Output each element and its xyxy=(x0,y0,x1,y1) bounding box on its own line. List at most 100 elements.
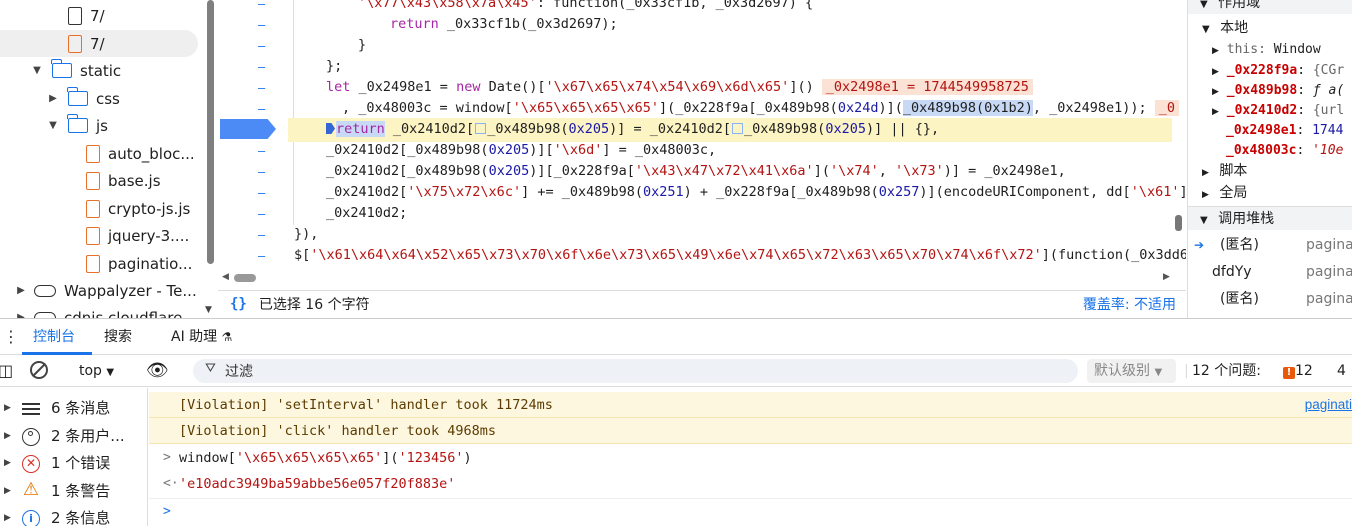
context-selector[interactable]: top ▼ xyxy=(79,355,114,387)
log-level-select[interactable]: 默认级别 ▼ xyxy=(1087,359,1176,383)
expand-arrow-icon[interactable]: ▼ xyxy=(30,65,44,76)
tree-item-file[interactable]: crypto-js.js xyxy=(0,195,210,222)
scope-var-this[interactable]: ▶ this: Window xyxy=(1212,39,1321,61)
tree-scrollbar[interactable] xyxy=(207,0,214,264)
scope-global[interactable]: ▶ 全局 xyxy=(1202,182,1247,204)
breakpoint-marker[interactable] xyxy=(220,119,276,139)
gutter-marker[interactable]: – xyxy=(258,249,265,263)
input-chevron-icon: > xyxy=(163,450,171,465)
horizontal-scrollbar[interactable] xyxy=(234,274,256,282)
dropdown-arrow-icon: ▼ xyxy=(106,367,115,378)
tab-search[interactable]: 搜索 xyxy=(104,319,132,355)
scroll-right-icon[interactable]: ▶ xyxy=(1163,272,1170,282)
tree-item-file[interactable]: base.js xyxy=(0,167,210,194)
console-prompt[interactable]: > xyxy=(149,498,1352,524)
paused-here-icon xyxy=(326,123,335,134)
tree-item-file[interactable]: auto_bloc... xyxy=(0,140,210,167)
expand-arrow-icon: ▼ xyxy=(1200,215,1208,226)
gutter-marker[interactable]: – xyxy=(258,81,265,95)
callstack-frame[interactable]: dfdYy pagina xyxy=(1188,259,1352,286)
js-file-icon xyxy=(86,199,100,218)
scope-section-header[interactable]: ▼ 作用域 xyxy=(1188,0,1352,14)
more-options-icon[interactable]: ⋮ xyxy=(3,327,19,346)
expand-arrow-icon: ▼ xyxy=(1200,0,1208,10)
pretty-print-icon[interactable]: {} xyxy=(230,296,247,312)
editor-status-bar: {} 已选择 16 个字符 覆盖率: 不适用 xyxy=(218,290,1186,317)
expand-arrow-icon: ▶ xyxy=(1212,46,1219,56)
vertical-scrollbar[interactable] xyxy=(1175,215,1182,231)
selection-status: 已选择 16 个字符 xyxy=(258,297,370,313)
inline-value-badge: _0x2498e1 = 1744549958725 xyxy=(821,79,1033,95)
tree-item-folder-css[interactable]: ▶ css xyxy=(0,85,210,112)
inline-breakpoint-icon[interactable] xyxy=(732,123,744,134)
code-line: _0x2410d2['\x75\x72\x6c'] += _0x489b98(0… xyxy=(326,184,1186,200)
clear-console-icon[interactable] xyxy=(30,355,48,387)
coverage-link[interactable]: 覆盖率: 不适用 xyxy=(1083,294,1176,314)
file-tree: 7/ 7/ ▼ static ▶ css ▼ js auto_bloc... b… xyxy=(0,0,218,318)
scroll-left-icon[interactable]: ◀ xyxy=(222,272,229,282)
indent-guide xyxy=(293,0,294,225)
gutter-marker[interactable]: – xyxy=(258,18,265,32)
issues-label[interactable]: 12 个问题: xyxy=(1192,355,1261,387)
scroll-down-icon[interactable]: ▼ xyxy=(205,305,212,315)
tree-item-folder-static[interactable]: ▼ static xyxy=(0,57,210,84)
gutter-marker[interactable]: – xyxy=(258,60,265,74)
tree-item-file[interactable]: jquery-3.... xyxy=(0,222,210,249)
collapse-arrow-icon[interactable]: ▶ xyxy=(14,285,28,296)
code-line: , _0x48003c = window['\x65\x65\x65\x65']… xyxy=(342,98,1179,119)
gutter-marker[interactable]: – xyxy=(258,207,265,221)
inline-breakpoint-icon[interactable] xyxy=(475,123,487,134)
scope-var[interactable]: ▶ _0x228f9a: {CGr xyxy=(1212,60,1344,82)
live-expression-eye-icon[interactable]: 👁 xyxy=(146,355,169,387)
tab-console[interactable]: 控制台 xyxy=(33,319,75,355)
code-line: _0x2410d2[_0x489b98(0x205)]['\x6d'] = _0… xyxy=(326,142,717,158)
tree-item-file[interactable]: 7/ xyxy=(0,2,210,29)
collapse-arrow-icon: ▶ xyxy=(4,403,11,413)
flask-icon: ⚗ xyxy=(221,330,233,344)
gutter-marker[interactable]: – xyxy=(258,102,265,116)
sidebar-warnings[interactable]: ▶ ⚠ 1 条警告 xyxy=(0,478,148,505)
scope-local[interactable]: ▼ 本地 xyxy=(1202,17,1248,39)
gutter-marker[interactable]: – xyxy=(258,39,265,53)
tree-item-folder-js[interactable]: ▼ js xyxy=(0,112,210,139)
filter-icon: ⛛ xyxy=(205,361,216,376)
info-icon: i xyxy=(22,510,40,526)
gutter-marker[interactable]: – xyxy=(258,186,265,200)
callstack-frame-current[interactable]: ➔ (匿名) pagina xyxy=(1188,232,1352,259)
sidebar-user-messages[interactable]: ▶ 2 条用户... xyxy=(0,423,148,450)
tree-item-domain[interactable]: ▶ cdnjs.cloudflare... xyxy=(0,304,210,318)
expand-arrow-icon[interactable]: ▼ xyxy=(46,120,60,131)
source-link[interactable]: paginati xyxy=(1305,392,1352,418)
issues-badge[interactable]: ! 12 xyxy=(1283,355,1313,387)
scope-var[interactable]: ▶ _0x489b98: ƒ a( xyxy=(1212,80,1344,102)
callstack-frame[interactable]: (匿名) pagina xyxy=(1188,286,1352,313)
gutter-marker[interactable]: – xyxy=(258,165,265,179)
scope-var[interactable]: ▶ _0x2410d2: {url xyxy=(1212,100,1344,122)
collapse-arrow-icon[interactable]: ▶ xyxy=(46,93,60,104)
sidebar-messages[interactable]: ▶ 6 条消息 xyxy=(0,395,148,422)
console-sidebar: ▶ 6 条消息 ▶ 2 条用户... ▶ ✕ 1 个错误 ▶ ⚠ 1 条警告 ▶… xyxy=(0,388,148,526)
scope-var[interactable]: _0x48003c: '10e xyxy=(1226,140,1343,162)
scope-var[interactable]: _0x2498e1: 1744 xyxy=(1226,120,1343,142)
code-editor[interactable]: – – – – – – – – – – – – '\x77\x43\x58\x7… xyxy=(218,0,1186,290)
tab-ai-assistant[interactable]: AI 助理 ⚗ xyxy=(171,319,232,355)
filter-input[interactable]: ⛛ 过滤 xyxy=(193,359,1078,383)
collapse-arrow-icon: ▶ xyxy=(4,486,11,496)
sidebar-info[interactable]: ▶ i 2 条信息 xyxy=(0,505,148,526)
sidebar-toggle-icon[interactable]: ◫ xyxy=(0,355,13,387)
scope-script[interactable]: ▶ 脚本 xyxy=(1202,160,1247,182)
toolbar-divider: | xyxy=(1184,363,1189,379)
callstack-section-header[interactable]: ▼ 调用堆栈 xyxy=(1188,206,1352,230)
gutter-marker[interactable]: – xyxy=(258,228,265,242)
sidebar-errors[interactable]: ▶ ✕ 1 个错误 xyxy=(0,450,148,477)
code-line-paused: return _0x2410d2[_0x489b98(0x205)] = _0x… xyxy=(326,119,939,140)
console-warning-row: [Violation] 'click' handler took 4968ms xyxy=(149,418,1352,444)
code-line: }), xyxy=(294,226,319,242)
tree-item-file-selected[interactable]: 7/ xyxy=(0,30,198,57)
tree-item-domain[interactable]: ▶ Wappalyzer - Te... xyxy=(0,277,210,304)
gutter-marker[interactable]: – xyxy=(258,144,265,158)
gutter-marker[interactable]: – xyxy=(258,0,265,11)
console-warning-row: [Violation] 'setInterval' handler took 1… xyxy=(149,392,1352,418)
tree-item-file[interactable]: paginatio... xyxy=(0,250,210,277)
issues-other-count[interactable]: 4 xyxy=(1337,355,1346,387)
